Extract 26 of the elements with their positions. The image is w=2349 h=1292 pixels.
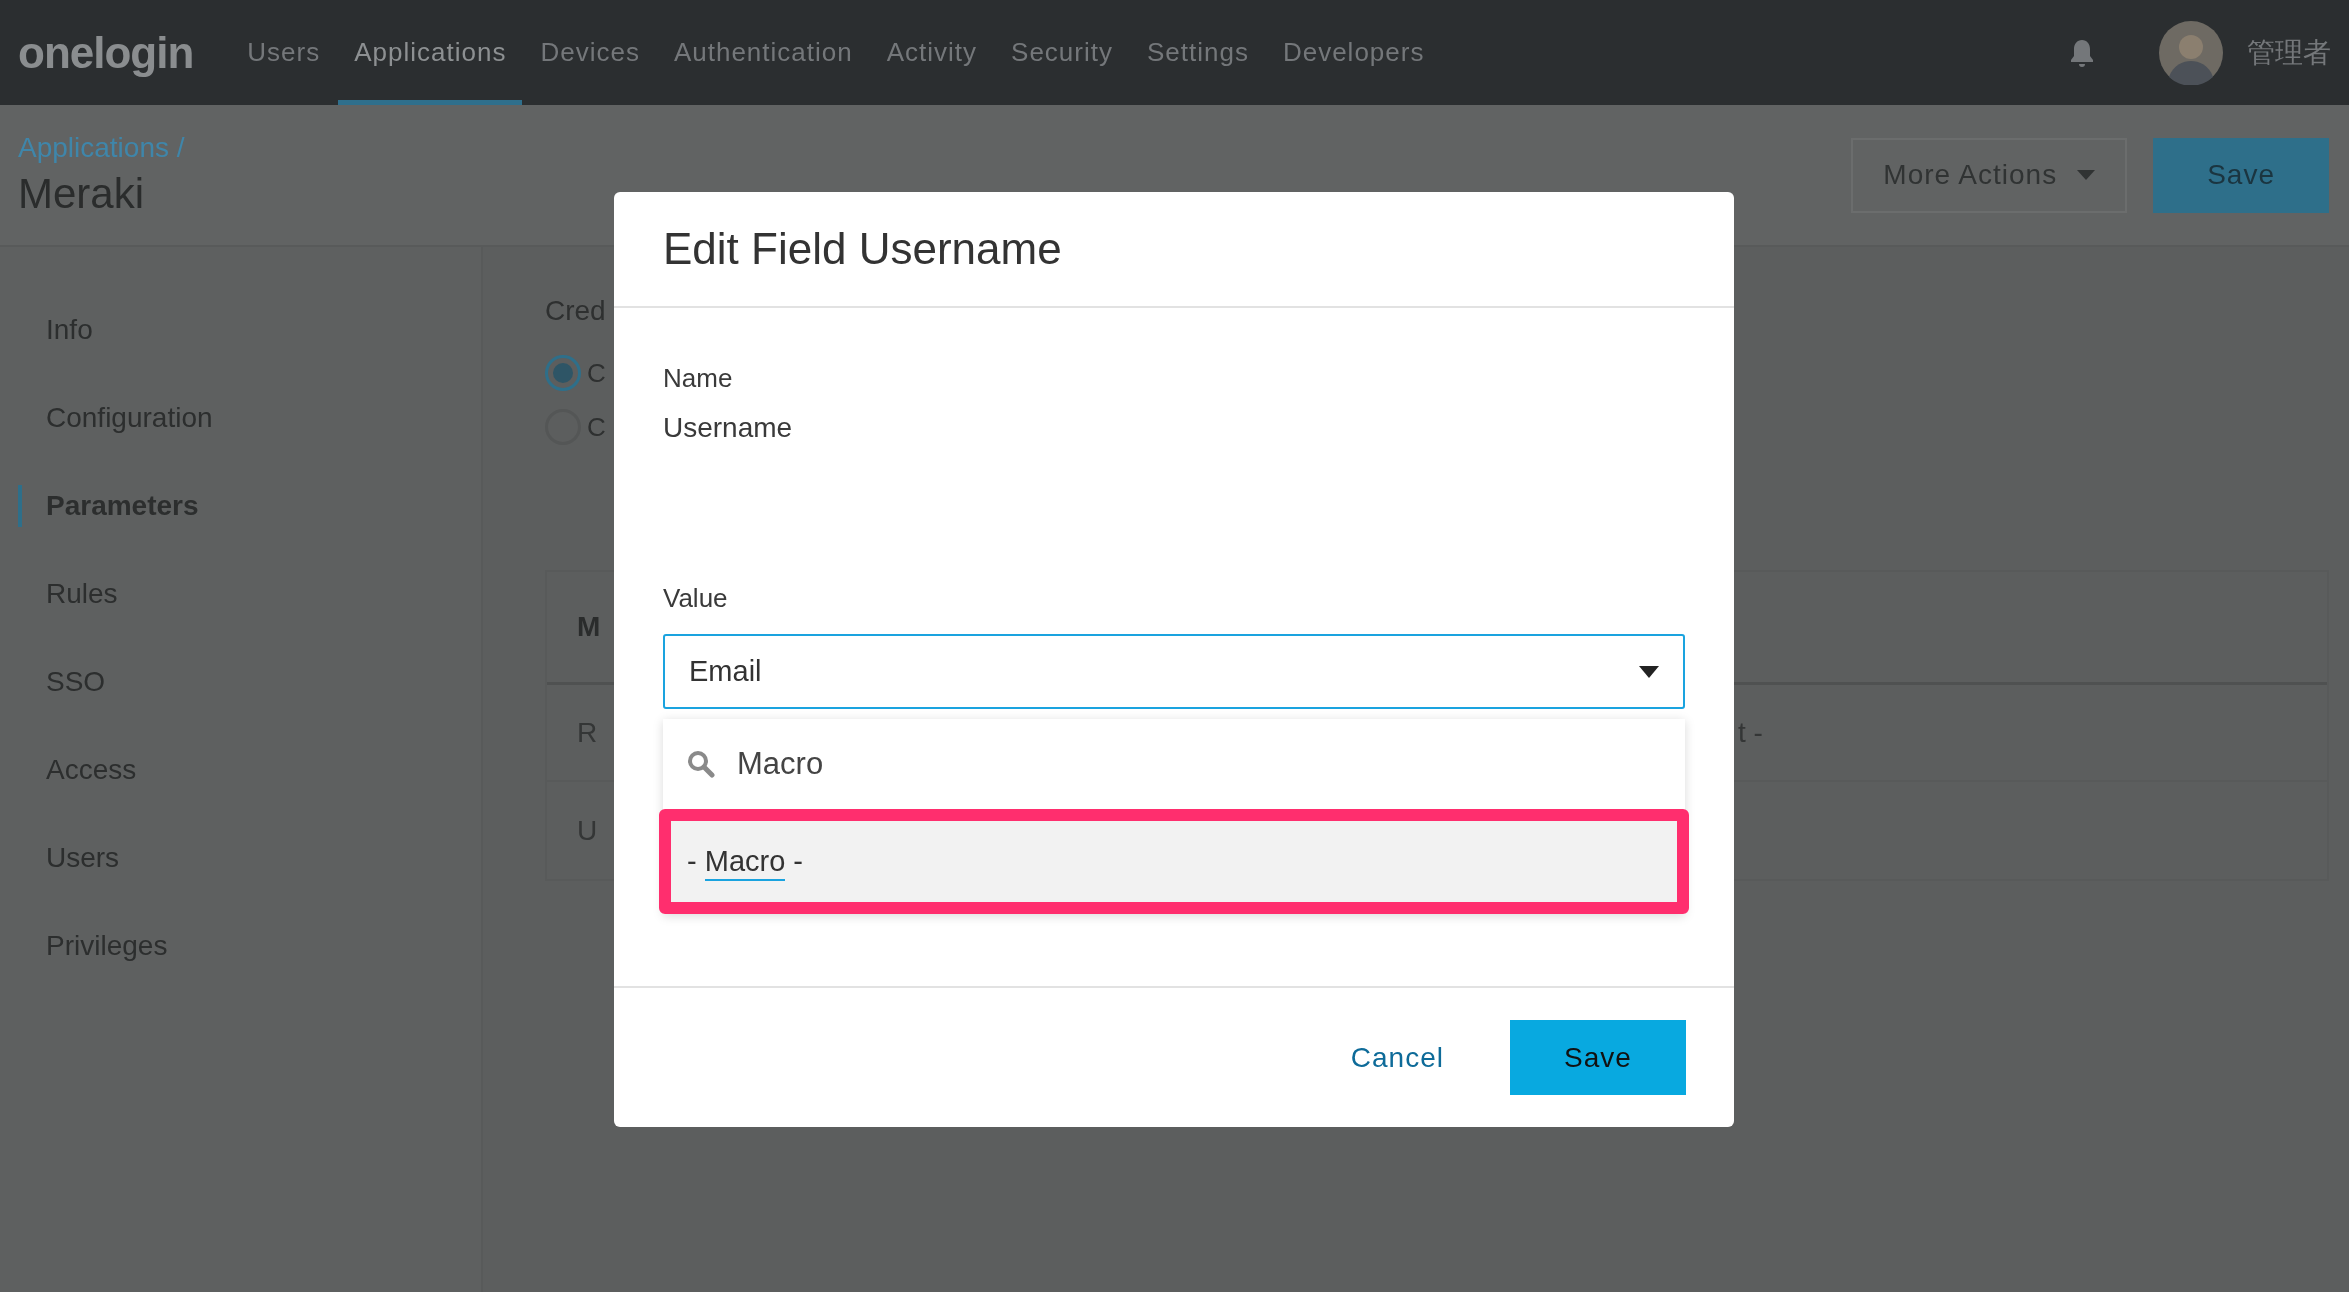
field-value: Username: [663, 412, 794, 444]
nav-tab[interactable]: Settings: [1130, 0, 1265, 105]
save-button[interactable]: Save: [2153, 137, 2329, 213]
nav-tab[interactable]: Developers: [1266, 0, 1441, 105]
nav-tab[interactable]: Security: [995, 0, 1129, 105]
nav-tab[interactable]: Users: [231, 0, 337, 105]
logo[interactable]: onelogin: [18, 27, 194, 78]
bell-icon[interactable]: [2069, 37, 2095, 68]
caret-icon: [1639, 665, 1659, 678]
field-label: Value: [663, 583, 729, 614]
save-button[interactable]: Save: [1510, 1020, 1686, 1095]
page-title: Meraki: [18, 170, 146, 218]
value-select[interactable]: Email: [663, 634, 1685, 709]
dropdown-option[interactable]: - Macro -: [659, 809, 1689, 914]
avatar[interactable]: [2159, 20, 2223, 85]
dialog-title: Edit Field Username: [663, 224, 1062, 274]
nav-tab[interactable]: Devices: [524, 0, 656, 105]
nav-tab[interactable]: Authentication: [657, 0, 869, 105]
caret-icon: [2077, 170, 2096, 180]
nav-tab[interactable]: Activity: [870, 0, 994, 105]
search-icon: [687, 750, 715, 778]
user-name[interactable]: 管理者: [2247, 33, 2331, 72]
cancel-button[interactable]: Cancel: [1350, 1041, 1444, 1074]
field-label: Name: [663, 363, 734, 394]
search-field[interactable]: Macro: [735, 745, 1661, 783]
radio-button[interactable]: [545, 355, 581, 391]
